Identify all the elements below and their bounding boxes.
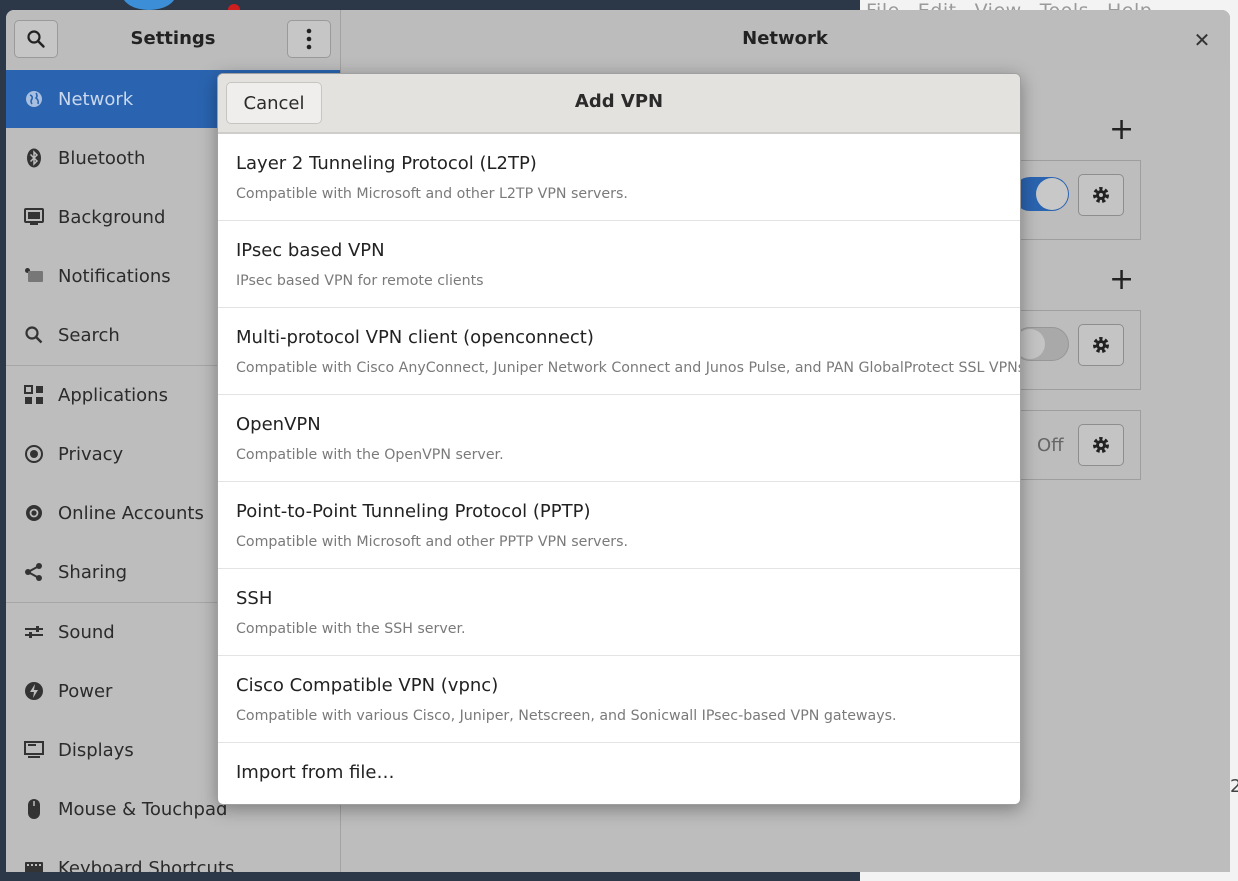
sidebar-item-label: Privacy [58,443,124,465]
vpn-option-pptp[interactable]: Point-to-Point Tunneling Protocol (PPTP)… [218,482,1020,569]
vpn-option-description: Compatible with Microsoft and other L2TP… [236,186,628,202]
sidebar-item-label: Bluetooth [58,147,146,169]
settings-titlebar: Settings Network ✕ [6,10,1230,71]
bluetooth-icon [24,148,44,168]
sidebar-item-keyboard-shortcuts[interactable]: Keyboard Shortcuts [6,839,340,872]
vpn-option-name: SSH [236,588,273,609]
sidebar-item-label: Background [58,206,166,228]
close-icon: ✕ [1193,28,1211,52]
vpn-option-description: Compatible with the OpenVPN server. [236,447,504,463]
vpn-option-description: Compatible with the SSH server. [236,621,466,637]
add-vpn-button[interactable]: + [1109,262,1134,297]
monitor-image-icon [24,207,44,227]
wired-toggle[interactable] [1013,177,1069,211]
add-vpn-dialog: Cancel Add VPN Layer 2 Tunneling Protoco… [217,73,1021,805]
power-icon [24,681,44,701]
sidebar-item-label: Notifications [58,265,171,287]
vpn-option-name: OpenVPN [236,414,321,435]
vpn-option-description: Compatible with various Cisco, Juniper, … [236,708,897,724]
sidebar-item-label: Online Accounts [58,502,204,524]
vpn-option-ipsec[interactable]: IPsec based VPN IPsec based VPN for remo… [218,221,1020,308]
sidebar-item-label: Displays [58,739,134,761]
vpn-option-vpnc[interactable]: Cisco Compatible VPN (vpnc) Compatible w… [218,656,1020,743]
add-connection-button[interactable]: + [1109,112,1134,147]
vpn-option-openconnect[interactable]: Multi-protocol VPN client (openconnect) … [218,308,1020,395]
sound-sliders-icon [24,622,44,642]
gear-icon [1093,337,1109,353]
vpn-option-description: IPsec based VPN for remote clients [236,273,484,289]
vpn-option-name: IPsec based VPN [236,240,385,261]
sidebar-item-label: Network [58,88,134,110]
vpn-settings-button[interactable] [1078,324,1124,366]
proxy-status: Off [1037,435,1064,456]
sidebar-item-label: Mouse & Touchpad [58,798,228,820]
plus-icon: + [1109,112,1135,147]
search-icon [24,325,44,345]
vpn-option-l2tp[interactable]: Layer 2 Tunneling Protocol (L2TP) Compat… [218,134,1020,221]
proxy-settings-button[interactable] [1078,424,1124,466]
gear-icon [1093,187,1109,203]
vpn-option-openvpn[interactable]: OpenVPN Compatible with the OpenVPN serv… [218,395,1020,482]
sidebar-item-label: Keyboard Shortcuts [58,857,235,873]
vpn-option-name: Layer 2 Tunneling Protocol (L2TP) [236,153,537,174]
sidebar-item-label: Applications [58,384,168,406]
mouse-icon [24,799,44,819]
import-from-file-option[interactable]: Import from file… [218,743,1020,803]
sidebar-item-label: Power [58,680,113,702]
vpn-toggle[interactable] [1013,327,1069,361]
privacy-icon [24,444,44,464]
vpn-option-description: Compatible with Cisco AnyConnect, Junipe… [236,360,1021,376]
gear-icon [1093,437,1109,453]
kebab-menu-icon [306,28,312,50]
sidebar-item-label: Search [58,324,120,346]
at-sign-icon [24,503,44,523]
sidebar-header: Settings [6,10,341,70]
vpn-option-name: Point-to-Point Tunneling Protocol (PPTP) [236,501,591,522]
share-icon [24,562,44,582]
wired-settings-button[interactable] [1078,174,1124,216]
vpn-option-description: Compatible with Microsoft and other PPTP… [236,534,629,550]
display-icon [24,740,44,760]
vpn-type-list: Layer 2 Tunneling Protocol (L2TP) Compat… [218,134,1020,803]
background-edge-number: 2 [1230,776,1238,797]
notification-icon [24,266,44,286]
vpn-option-name: Cisco Compatible VPN (vpnc) [236,675,499,696]
menu-button[interactable] [287,20,331,58]
toggle-knob [1036,178,1068,210]
vpn-option-ssh[interactable]: SSH Compatible with the SSH server. [218,569,1020,656]
keyboard-icon [24,858,44,872]
globe-icon [24,89,44,109]
panel-title: Network [742,28,828,49]
dialog-title: Add VPN [574,91,664,112]
sidebar-item-label: Sound [58,621,115,643]
import-from-file-label: Import from file… [236,762,395,783]
dialog-header: Cancel Add VPN [218,74,1020,134]
vpn-option-name: Multi-protocol VPN client (openconnect) [236,327,594,348]
plus-icon: + [1109,262,1135,297]
close-button[interactable]: ✕ [1188,26,1216,54]
sidebar-item-label: Sharing [58,561,128,583]
applications-grid-icon [24,385,44,405]
